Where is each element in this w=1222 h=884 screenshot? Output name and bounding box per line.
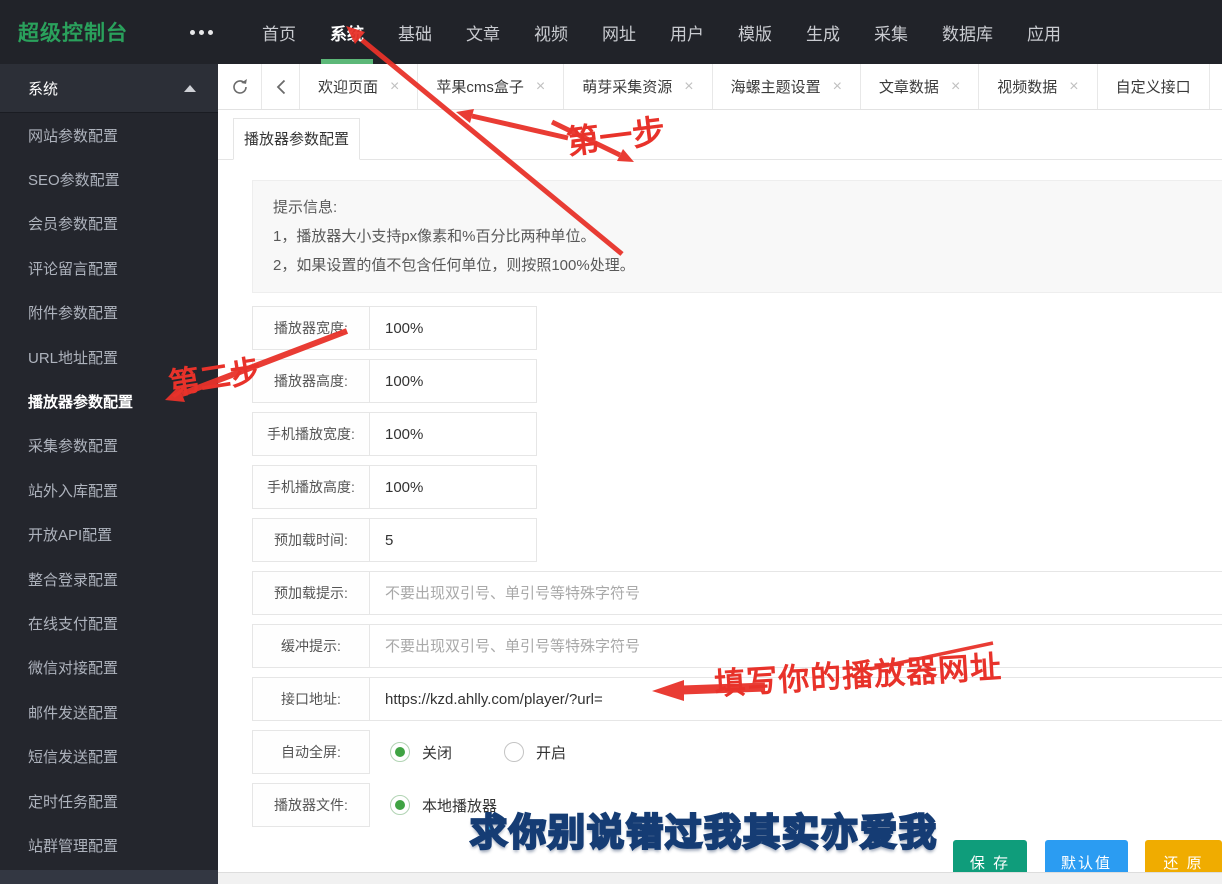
nav-item-template[interactable]: 模版 xyxy=(721,0,789,64)
auto-fullscreen-on-option[interactable]: 开启 xyxy=(504,742,566,763)
bottom-scroll-strip[interactable] xyxy=(218,872,1222,884)
sidebar-item-comment-config[interactable]: 评论留言配置 xyxy=(0,246,218,290)
form-row-buffer-tip: 缓冲提示: xyxy=(252,624,1222,668)
back-button[interactable] xyxy=(262,64,300,109)
nav-item-system[interactable]: 系统 xyxy=(313,0,381,64)
sidebar-item-email[interactable]: 邮件发送配置 xyxy=(0,690,218,734)
nav-item-article[interactable]: 文章 xyxy=(449,0,517,64)
field-label: 接口地址: xyxy=(252,677,370,721)
player-width-input[interactable] xyxy=(370,307,536,349)
hint-line: 2，如果设置的值不包含任何单位，则按照100%处理。 xyxy=(273,257,635,274)
field-label: 预加载时间: xyxy=(252,518,370,562)
radio-unselected-icon[interactable] xyxy=(504,742,525,762)
tab-video-data[interactable]: 视频数据 × xyxy=(979,64,1098,109)
field-label: 播放器宽度: xyxy=(252,306,370,350)
field-label: 手机播放宽度: xyxy=(252,412,370,456)
form-row-player-width: 播放器宽度: xyxy=(252,306,1222,350)
preload-tip-input[interactable] xyxy=(370,572,1222,614)
nav-item-generate[interactable]: 生成 xyxy=(789,0,857,64)
hint-box: 提示信息: 1，播放器大小支持px像素和%百分比两种单位。 2，如果设置的值不包… xyxy=(252,180,1222,293)
sidebar-item-open-api[interactable]: 开放API配置 xyxy=(0,513,218,557)
auto-fullscreen-off-option[interactable]: 关闭 xyxy=(390,742,452,763)
form-row-preload-tip: 预加载提示: xyxy=(252,571,1222,615)
form-row-mobile-width: 手机播放宽度: xyxy=(252,412,1222,456)
buffer-tip-input[interactable] xyxy=(370,625,1222,667)
mobile-play-height-input[interactable] xyxy=(370,466,536,508)
sidebar-item-online-payment[interactable]: 在线支付配置 xyxy=(0,601,218,645)
nav-item-collect[interactable]: 采集 xyxy=(857,0,925,64)
field-label: 自动全屏: xyxy=(252,730,370,774)
close-icon[interactable]: × xyxy=(684,78,693,96)
form-row-preload-time: 预加载时间: xyxy=(252,518,1222,562)
app-logo: 超级控制台 xyxy=(18,22,128,45)
form-row-auto-fullscreen: 自动全屏: 关闭 开启 xyxy=(252,730,1222,774)
main-content: 欢迎页面 × 苹果cms盒子 × 萌芽采集资源 × 海螺主题设置 × 文章数据 × 视频数… xyxy=(218,64,1222,884)
more-menu-icon[interactable] xyxy=(190,29,213,35)
hint-title: 提示信息: xyxy=(273,199,338,216)
close-icon[interactable]: × xyxy=(951,78,960,96)
sidebar-item-integrated-login[interactable]: 整合登录配置 xyxy=(0,557,218,601)
top-navbar: 超级控制台 首页 系统 基础 文章 视频 网址 用户 模版 生成 采集 数据库 … xyxy=(0,0,1222,64)
sidebar-item-collect-params[interactable]: 采集参数配置 xyxy=(0,424,218,468)
field-label: 预加载提示: xyxy=(252,571,370,615)
active-nav-underline xyxy=(321,59,373,64)
form-row-api-url: 接口地址: xyxy=(252,677,1222,721)
radio-selected-icon[interactable] xyxy=(390,742,410,762)
field-label: 播放器文件: xyxy=(252,783,370,827)
form-row-mobile-height: 手机播放高度: xyxy=(252,465,1222,509)
sidebar: 系统 网站参数配置 SEO参数配置 会员参数配置 评论留言配置 附件参数配置 U… xyxy=(0,64,218,884)
tab-article-data[interactable]: 文章数据 × xyxy=(861,64,980,109)
tab-bar: 欢迎页面 × 苹果cms盒子 × 萌芽采集资源 × 海螺主题设置 × 文章数据 × 视频数… xyxy=(218,64,1222,110)
nav-item-home[interactable]: 首页 xyxy=(245,0,313,64)
close-icon[interactable]: × xyxy=(833,78,842,96)
tab-hailuo-theme[interactable]: 海螺主题设置 × xyxy=(713,64,861,109)
nav-item-app[interactable]: 应用 xyxy=(1010,0,1078,64)
subtab-strip: 播放器参数配置 xyxy=(218,110,1222,160)
nav-item-database[interactable]: 数据库 xyxy=(925,0,1010,64)
nav-item-user[interactable]: 用户 xyxy=(653,0,721,64)
sidebar-item-url-config[interactable]: URL地址配置 xyxy=(0,335,218,379)
sidebar-item-attachment-params[interactable]: 附件参数配置 xyxy=(0,291,218,335)
nav-item-url[interactable]: 网址 xyxy=(585,0,653,64)
sidebar-item-site-group[interactable]: 站群管理配置 xyxy=(0,823,218,867)
sidebar-item-offsite-storage[interactable]: 站外入库配置 xyxy=(0,468,218,512)
sidebar-item-player-params[interactable]: 播放器参数配置 xyxy=(0,379,218,423)
top-nav: 首页 系统 基础 文章 视频 网址 用户 模版 生成 采集 数据库 应用 xyxy=(245,0,1078,64)
field-label: 手机播放高度: xyxy=(252,465,370,509)
hint-line: 1，播放器大小支持px像素和%百分比两种单位。 xyxy=(273,228,596,245)
tab-player-params[interactable]: 播放器参数配置 xyxy=(233,118,360,160)
sidebar-item-sms[interactable]: 短信发送配置 xyxy=(0,734,218,778)
tab-welcome[interactable]: 欢迎页面 × xyxy=(300,64,419,109)
nav-item-basic[interactable]: 基础 xyxy=(381,0,449,64)
tab-custom-api[interactable]: 自定义接口 xyxy=(1098,64,1210,109)
api-url-input[interactable] xyxy=(370,678,1222,720)
tab-mengya-collect[interactable]: 萌芽采集资源 × xyxy=(564,64,713,109)
form-row-player-height: 播放器高度: xyxy=(252,359,1222,403)
local-player-option[interactable]: 本地播放器 xyxy=(390,795,497,816)
refresh-icon xyxy=(232,78,247,94)
close-icon[interactable]: × xyxy=(536,78,545,96)
chevron-left-icon xyxy=(276,79,285,94)
sidebar-item-cron[interactable]: 定时任务配置 xyxy=(0,779,218,823)
field-label: 缓冲提示: xyxy=(252,624,370,668)
sidebar-item-member-params[interactable]: 会员参数配置 xyxy=(0,202,218,246)
nav-item-video[interactable]: 视频 xyxy=(517,0,585,64)
tab-apple-cms-box[interactable]: 苹果cms盒子 × xyxy=(418,64,565,109)
sidebar-item-wechat[interactable]: 微信对接配置 xyxy=(0,646,218,690)
close-icon[interactable]: × xyxy=(1069,78,1078,96)
player-height-input[interactable] xyxy=(370,360,536,402)
sidebar-bottom-strip xyxy=(0,870,218,884)
sidebar-group-system[interactable]: 系统 xyxy=(0,64,218,113)
sidebar-item-site-params[interactable]: 网站参数配置 xyxy=(0,113,218,157)
player-config-form: 播放器宽度: 播放器高度: 手机播放宽度: 手机播放高度: 预加载时间: 预加载 xyxy=(252,306,1222,827)
form-row-player-file: 播放器文件: 本地播放器 xyxy=(252,783,1222,827)
sidebar-item-seo-params[interactable]: SEO参数配置 xyxy=(0,157,218,201)
preload-time-input[interactable] xyxy=(370,519,536,561)
collapse-arrow-icon[interactable] xyxy=(184,84,196,92)
radio-selected-icon[interactable] xyxy=(390,795,410,815)
field-label: 播放器高度: xyxy=(252,359,370,403)
refresh-button[interactable] xyxy=(218,64,262,109)
mobile-play-width-input[interactable] xyxy=(370,413,536,455)
close-icon[interactable]: × xyxy=(390,78,399,96)
